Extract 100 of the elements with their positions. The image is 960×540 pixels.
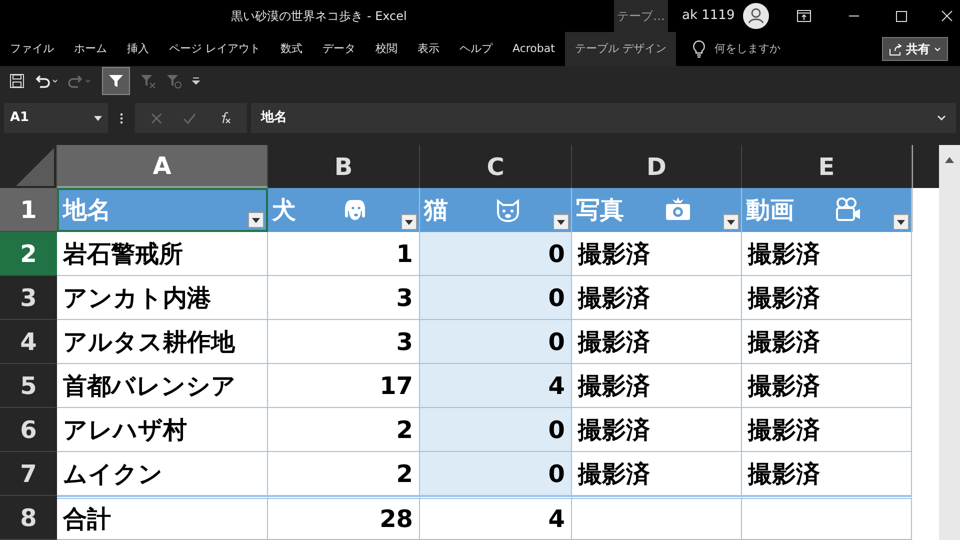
window-title: 黒い砂漠の世界ネコ歩き - Excel: [230, 8, 408, 25]
row-header[interactable]: 7: [0, 452, 57, 496]
ribbon-tab[interactable]: 表示: [408, 32, 450, 66]
filter-dropdown-button[interactable]: [553, 214, 569, 230]
column-title: 猫: [424, 195, 448, 226]
table-cell[interactable]: アルタス耕作地: [57, 320, 268, 364]
table-cell[interactable]: 2: [268, 452, 420, 496]
row-header[interactable]: 6: [0, 408, 57, 452]
table-cell[interactable]: 0: [420, 276, 572, 320]
dropdown-caret-icon: [94, 116, 102, 120]
table-cell[interactable]: アンカト内港: [57, 276, 268, 320]
table-cell[interactable]: 撮影済: [572, 408, 742, 452]
table-cell[interactable]: 撮影済: [572, 320, 742, 364]
caret-icon: [252, 218, 260, 222]
lightbulb-icon: [692, 40, 706, 58]
ribbon-tab[interactable]: 校閲: [366, 32, 408, 66]
table-cell[interactable]: 撮影済: [742, 408, 912, 452]
share-button[interactable]: 共有: [882, 37, 948, 61]
name-box[interactable]: A1: [4, 103, 108, 133]
ribbon-tab[interactable]: ファイル: [0, 32, 64, 66]
caret-icon: [934, 46, 941, 52]
ribbon-display-icon[interactable]: [796, 10, 811, 22]
column-header[interactable]: A: [57, 145, 268, 188]
redo-icon[interactable]: [68, 74, 92, 88]
table-cell[interactable]: アレハザ村: [57, 408, 268, 452]
user-name[interactable]: ak 1119: [682, 6, 735, 26]
ribbon-tab[interactable]: ヘルプ: [450, 32, 502, 66]
table-cell[interactable]: 岩石警戒所: [57, 232, 268, 276]
column-title: 動画: [746, 195, 794, 226]
undo-icon[interactable]: [34, 74, 58, 88]
formula-field[interactable]: 地名: [251, 103, 956, 133]
column-header[interactable]: B: [268, 145, 420, 188]
ribbon-tab[interactable]: 挿入: [117, 32, 159, 66]
film-camera-icon: [835, 197, 861, 223]
ribbon-tab[interactable]: テーブル デザイン: [564, 32, 676, 66]
table-cell[interactable]: 4: [420, 364, 572, 408]
filter-dropdown-button[interactable]: [401, 214, 417, 230]
table-cell[interactable]: 1: [268, 232, 420, 276]
row-header[interactable]: 3: [0, 276, 57, 320]
ribbon-tab[interactable]: Acrobat: [502, 32, 565, 66]
caret-icon: [727, 220, 735, 224]
table-cell[interactable]: ムイクン: [57, 452, 268, 496]
clear-filter-icon[interactable]: [140, 72, 156, 88]
table-cell[interactable]: 撮影済: [572, 276, 742, 320]
ribbon-tab[interactable]: 数式: [270, 32, 312, 66]
ribbon-tab[interactable]: データ: [312, 32, 366, 66]
reapply-filter-icon[interactable]: [166, 72, 182, 88]
filter-dropdown-button[interactable]: [893, 214, 909, 230]
column-header[interactable]: C: [420, 145, 572, 188]
table-cell[interactable]: 撮影済: [742, 232, 912, 276]
row-header[interactable]: 8: [0, 496, 57, 540]
customize-icon[interactable]: [192, 76, 200, 84]
table-cell[interactable]: 撮影済: [572, 452, 742, 496]
row-header[interactable]: 4: [0, 320, 57, 364]
search-field[interactable]: 何をしますか: [714, 40, 810, 58]
ribbon-tab[interactable]: ページ レイアウト: [159, 32, 270, 66]
cat-icon: [495, 197, 521, 223]
table-cell[interactable]: 0: [420, 408, 572, 452]
table-cell[interactable]: 合計: [57, 496, 268, 540]
avatar-icon[interactable]: [742, 3, 769, 29]
table-cell[interactable]: 28: [268, 496, 420, 540]
context-tab[interactable]: テーブ…: [614, 0, 668, 32]
caret-icon: [897, 220, 905, 224]
funnel-icon: [108, 72, 124, 88]
column-header[interactable]: E: [742, 145, 912, 188]
table-cell[interactable]: 2: [268, 408, 420, 452]
share-icon: [889, 42, 902, 56]
expand-caret-icon[interactable]: [937, 115, 946, 121]
table-cell[interactable]: 0: [420, 452, 572, 496]
scroll-up-icon[interactable]: [945, 157, 954, 163]
more-icon[interactable]: [120, 112, 123, 124]
column-header[interactable]: D: [572, 145, 742, 188]
table-cell[interactable]: [742, 496, 912, 540]
maximize-icon[interactable]: [896, 10, 907, 22]
table-cell[interactable]: 3: [268, 320, 420, 364]
filter-dropdown-button[interactable]: [248, 212, 264, 228]
row-header[interactable]: 2: [0, 232, 57, 276]
table-cell[interactable]: 撮影済: [572, 232, 742, 276]
table-cell[interactable]: 0: [420, 320, 572, 364]
table-cell[interactable]: 撮影済: [742, 276, 912, 320]
table-cell[interactable]: 17: [268, 364, 420, 408]
save-icon[interactable]: [10, 74, 24, 88]
table-cell[interactable]: 0: [420, 232, 572, 276]
caret-icon: [557, 220, 565, 224]
column-header[interactable]: [912, 145, 939, 188]
table-cell[interactable]: [572, 496, 742, 540]
table-cell[interactable]: 3: [268, 276, 420, 320]
table-cell[interactable]: 撮影済: [742, 320, 912, 364]
table-cell[interactable]: 撮影済: [742, 364, 912, 408]
row-header[interactable]: 5: [0, 364, 57, 408]
column-title: 地名: [63, 195, 111, 226]
table-cell[interactable]: 首都バレンシア: [57, 364, 268, 408]
close-icon[interactable]: [940, 10, 953, 22]
filter-dropdown-button[interactable]: [723, 214, 739, 230]
ribbon-tab[interactable]: ホーム: [64, 32, 117, 66]
row-header[interactable]: 1: [0, 188, 57, 232]
table-cell[interactable]: 撮影済: [572, 364, 742, 408]
table-cell[interactable]: 4: [420, 496, 572, 540]
filter-button[interactable]: [102, 66, 130, 94]
table-cell[interactable]: 撮影済: [742, 452, 912, 496]
